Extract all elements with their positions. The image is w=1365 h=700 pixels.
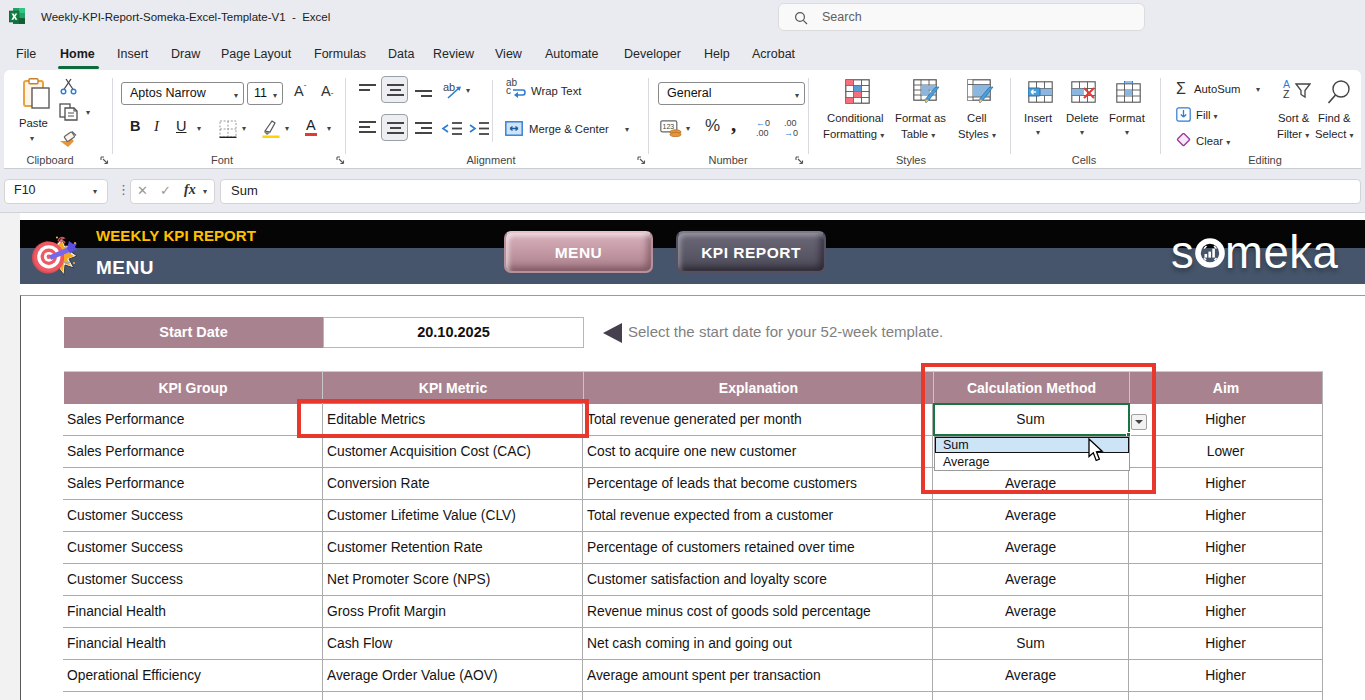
- svg-text:123: 123: [663, 123, 675, 130]
